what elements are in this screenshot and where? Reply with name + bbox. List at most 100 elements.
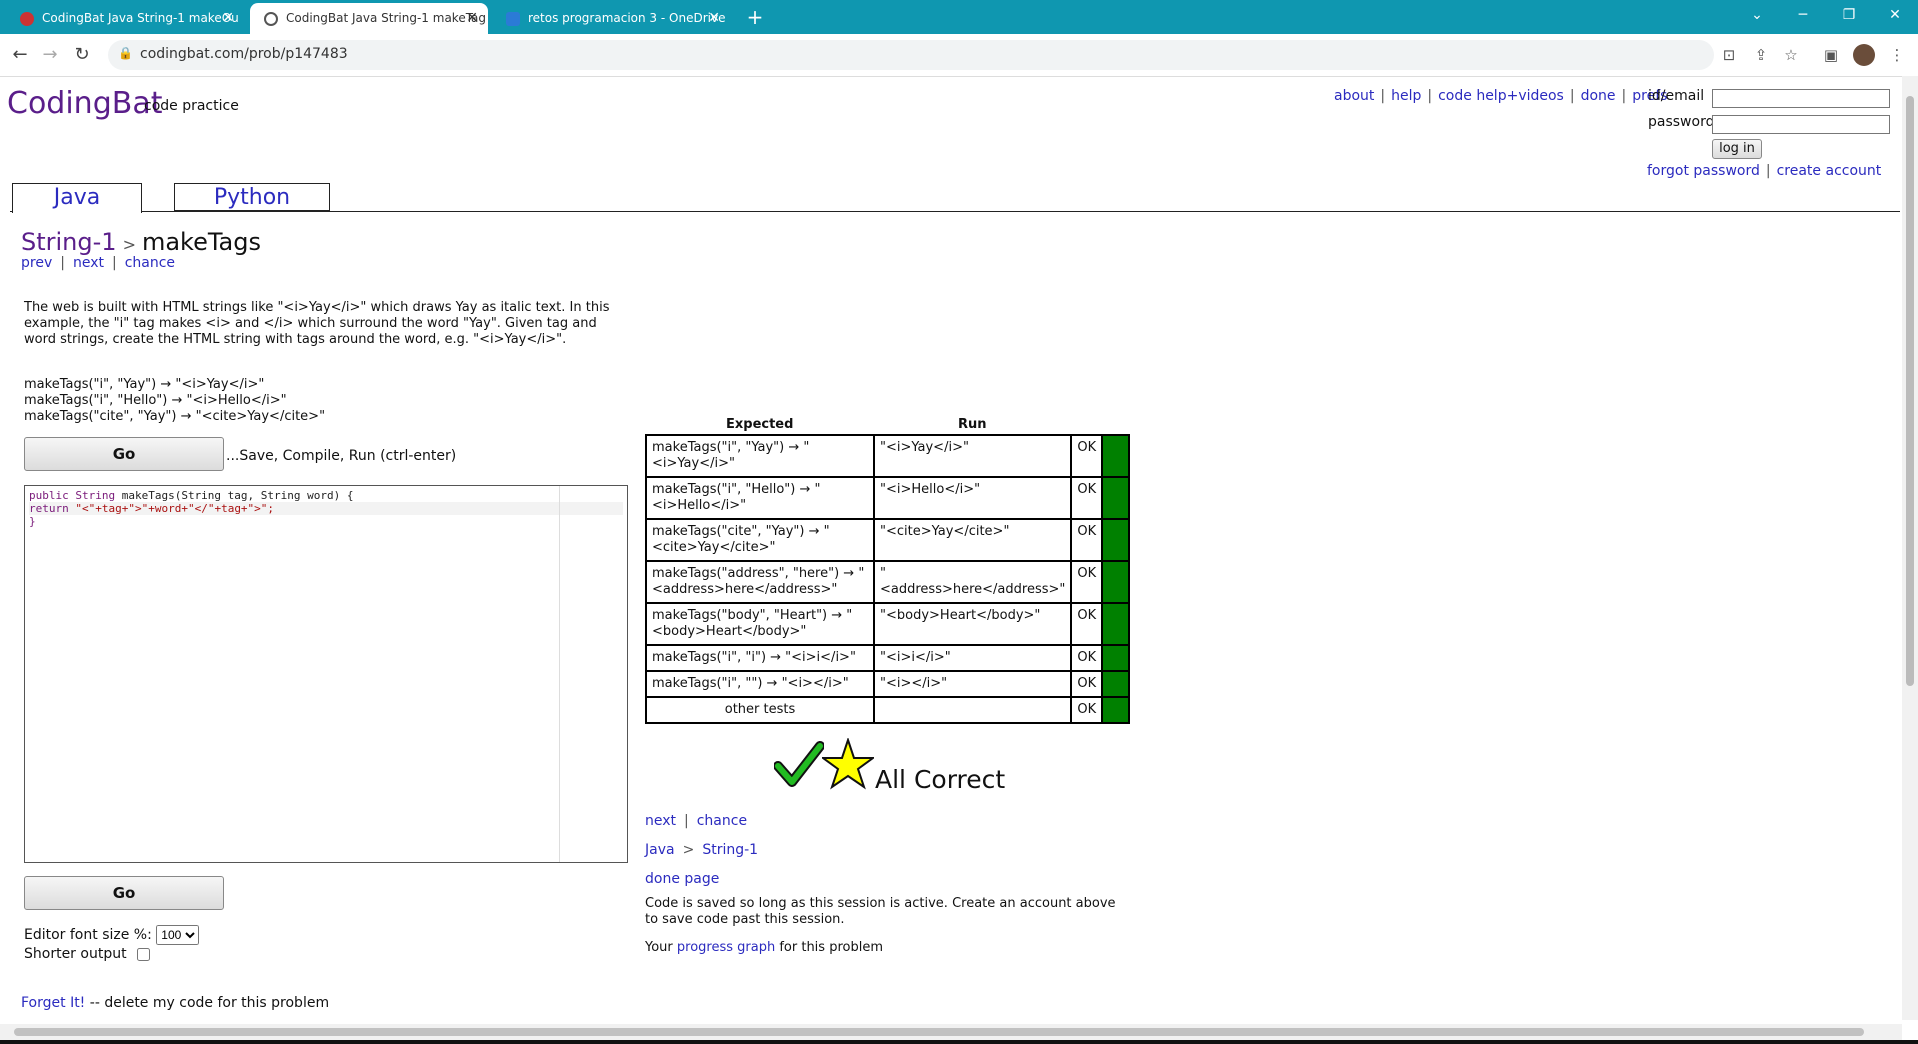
pass-indicator	[1101, 434, 1131, 478]
code-line: public String makeTags(String tag, Strin…	[29, 489, 354, 502]
result-row: makeTags("i", "Hello") → "<i>Hello</i>" "…	[645, 476, 1131, 520]
forgot-password-link[interactable]: forgot password	[1647, 163, 1760, 179]
checkmark-icon	[774, 741, 824, 787]
progress-graph-link[interactable]: progress graph	[677, 940, 775, 955]
next-link-bottom[interactable]: next	[645, 813, 676, 829]
close-tab-icon[interactable]: ✕	[222, 3, 234, 34]
tab-java[interactable]: Java	[12, 183, 142, 213]
expected-cell: makeTags("i", "") → "<i></i>"	[645, 670, 875, 698]
go-note: ...Save, Compile, Run (ctrl-enter)	[226, 448, 457, 464]
restore-icon[interactable]: ❐	[1826, 0, 1872, 30]
expected-header: Expected	[726, 417, 794, 432]
run-cell: "<i>Yay</i>"	[872, 434, 1073, 478]
chance-link-bottom[interactable]: chance	[697, 813, 747, 829]
go-button-bottom[interactable]: Go	[24, 876, 224, 910]
run-cell	[872, 696, 1073, 724]
problem-nav: prev | next | chance	[21, 255, 176, 271]
star-icon	[822, 738, 874, 790]
code-help-link[interactable]: code help+videos	[1438, 88, 1564, 104]
auth-links: forgot password | create account	[1647, 163, 1882, 179]
taskbar-edge	[0, 1040, 1918, 1044]
code-editor[interactable]: public String makeTags(String tag, Strin…	[24, 485, 628, 863]
password-input[interactable]	[1712, 115, 1890, 134]
lock-icon[interactable]: 🔒	[118, 46, 133, 60]
browser-tab-1[interactable]: CodingBat Java String-1 makeOu ✕	[6, 3, 244, 34]
example-line: makeTags("i", "Yay") → "<i>Yay</i>"	[24, 377, 265, 392]
done-page-link[interactable]: done page	[645, 871, 719, 887]
bookmark-star-icon[interactable]: ☆	[1780, 44, 1802, 66]
shorter-output-checkbox[interactable]	[137, 947, 151, 961]
result-row: makeTags("cite", "Yay") → "<cite>Yay</ci…	[645, 518, 1131, 562]
section-link[interactable]: String-1	[21, 228, 117, 256]
close-window-icon[interactable]: ✕	[1872, 0, 1918, 30]
run-header: Run	[958, 417, 987, 432]
tab-python[interactable]: Python	[174, 183, 330, 211]
java-link[interactable]: Java	[645, 842, 675, 858]
done-link[interactable]: done	[1581, 88, 1616, 104]
address-bar[interactable]	[108, 40, 1714, 70]
shorter-output-label: Shorter output	[24, 946, 127, 962]
back-icon[interactable]: ←	[8, 43, 32, 67]
editor-font-size: Editor font size %: 100	[24, 925, 200, 945]
progress-prefix: Your	[645, 940, 677, 955]
profile-avatar[interactable]	[1853, 44, 1875, 66]
browser-tab-2[interactable]: CodingBat Java String-1 makeTag ✕	[250, 3, 488, 34]
login-button[interactable]: log in	[1712, 139, 1762, 159]
string-1-link[interactable]: String-1	[702, 842, 758, 858]
font-size-label: Editor font size %:	[24, 927, 152, 943]
pass-indicator	[1101, 696, 1131, 724]
expected-cell: makeTags("cite", "Yay") → "<cite>Yay</ci…	[645, 518, 875, 562]
status-cell: OK	[1070, 696, 1104, 724]
status-cell: OK	[1070, 644, 1104, 672]
translate-icon[interactable]: ⊡	[1718, 44, 1740, 66]
expected-cell: makeTags("i", "Yay") → "<i>Yay</i>"	[645, 434, 875, 478]
new-tab-icon[interactable]: +	[732, 2, 778, 32]
browser-tab-3[interactable]: retos programacion 3 - OneDrive ✕	[492, 3, 730, 34]
tab-search-icon[interactable]: ⌄	[1734, 0, 1780, 30]
close-tab-icon[interactable]: ✕	[708, 3, 720, 34]
minimize-icon[interactable]: ─	[1780, 0, 1826, 30]
help-link[interactable]: help	[1391, 88, 1421, 104]
next-link[interactable]: next	[73, 255, 104, 271]
result-row: makeTags("i", "i") → "<i>i</i>" "<i>i</i>…	[645, 644, 1131, 672]
pass-indicator	[1101, 644, 1131, 672]
run-cell: "<i>i</i>"	[872, 644, 1073, 672]
status-cell: OK	[1070, 670, 1104, 698]
menu-kebab-icon[interactable]: ⋮	[1886, 44, 1908, 66]
tabs-divider	[10, 211, 1900, 212]
globe-icon	[264, 11, 278, 26]
share-icon[interactable]: ⇪	[1750, 44, 1772, 66]
id-email-label: id/email	[1648, 88, 1705, 104]
forget-it-link[interactable]: Forget It!	[21, 995, 85, 1011]
pass-indicator	[1101, 476, 1131, 520]
result-row: makeTags("i", "Yay") → "<i>Yay</i>" "<i>Y…	[645, 434, 1131, 478]
site-tagline: code practice	[144, 98, 239, 114]
reload-icon[interactable]: ↻	[70, 43, 94, 67]
site-logo[interactable]: CodingBat	[7, 86, 162, 121]
run-cell: "<cite>Yay</cite>"	[872, 518, 1073, 562]
vertical-scroll-thumb[interactable]	[1906, 96, 1914, 686]
close-tab-icon[interactable]: ✕	[466, 3, 478, 34]
about-link[interactable]: about	[1334, 88, 1374, 104]
codingbat-favicon-icon	[20, 11, 34, 26]
status-cell: OK	[1070, 560, 1104, 604]
go-button[interactable]: Go	[24, 437, 224, 471]
horizontal-scroll-thumb[interactable]	[14, 1028, 1864, 1036]
run-cell: "<address>here</address>"	[872, 560, 1073, 604]
forget-row: Forget It! -- delete my code for this pr…	[21, 995, 329, 1011]
chance-link[interactable]: chance	[125, 255, 175, 271]
result-row: makeTags("address", "here") → "<address>…	[645, 560, 1131, 604]
problem-description: The web is built with HTML strings like …	[24, 300, 610, 347]
font-size-select[interactable]: 100	[156, 925, 200, 945]
forward-icon[interactable]: →	[38, 43, 62, 67]
all-correct-text: All Correct	[875, 765, 1006, 794]
prev-link[interactable]: prev	[21, 255, 52, 271]
editor-margin-line	[559, 486, 560, 862]
example-line: makeTags("cite", "Yay") → "<cite>Yay</ci…	[24, 409, 326, 424]
id-email-input[interactable]	[1712, 89, 1890, 108]
status-cell: OK	[1070, 476, 1104, 520]
example-line: makeTags("i", "Hello") → "<i>Hello</i>"	[24, 393, 287, 408]
create-account-link[interactable]: create account	[1777, 163, 1882, 179]
problem-title: makeTags	[141, 228, 261, 256]
side-panel-icon[interactable]: ▣	[1820, 44, 1842, 66]
